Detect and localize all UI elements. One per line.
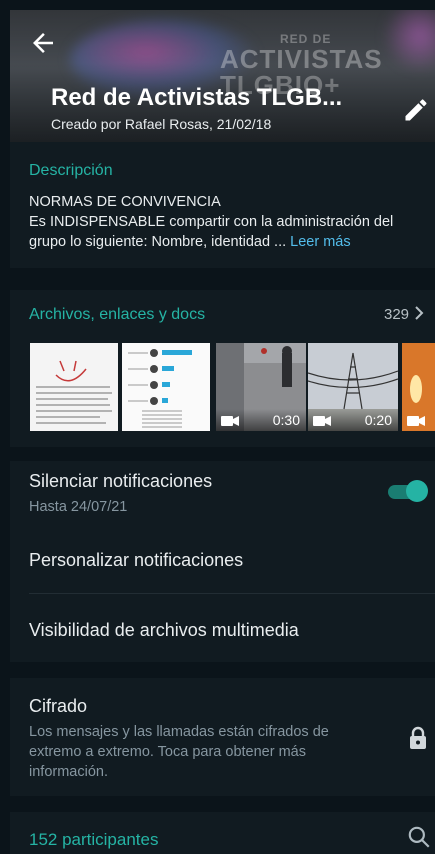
media-count-button[interactable]: 329 bbox=[384, 306, 425, 323]
video-duration: 0:20 bbox=[364, 412, 392, 428]
mute-notifications-label: Silenciar notificaciones bbox=[29, 471, 213, 491]
back-button[interactable] bbox=[28, 28, 58, 58]
group-created-by: Creado por Rafael Rosas, 21/02/18 bbox=[51, 116, 272, 132]
description-text[interactable]: NORMAS DE CONVIVENCIA Es INDISPENSABLE c… bbox=[29, 192, 431, 252]
media-thumbnail[interactable] bbox=[402, 343, 435, 431]
section-separator bbox=[10, 447, 435, 461]
mute-until-label: Hasta 24/07/21 bbox=[29, 499, 128, 515]
chevron-right-icon bbox=[415, 306, 424, 320]
participants-heading: 152 participantes bbox=[29, 830, 159, 849]
media-thumbnail[interactable] bbox=[30, 343, 118, 431]
section-separator bbox=[10, 662, 435, 678]
encryption-title: Cifrado bbox=[29, 696, 88, 716]
description-heading: Descripción bbox=[29, 162, 113, 179]
video-camera-icon bbox=[407, 416, 425, 426]
media-thumbnail[interactable]: 0:30 bbox=[216, 343, 306, 431]
pencil-icon bbox=[405, 99, 427, 121]
document-preview-icon bbox=[36, 360, 112, 424]
read-more-link[interactable]: Leer más bbox=[290, 234, 350, 250]
group-header: RED DEACTIVISTASTLGBIQ+ Red de Activista… bbox=[10, 10, 435, 142]
search-participants-button[interactable] bbox=[406, 824, 432, 850]
media-visibility-row[interactable]: Visibilidad de archivos multimedia bbox=[29, 620, 299, 641]
divider bbox=[29, 593, 435, 594]
media-heading[interactable]: Archivos, enlaces y docs bbox=[29, 306, 205, 324]
mute-toggle[interactable] bbox=[388, 478, 428, 504]
group-info-screen: RED DEACTIVISTASTLGBIQ+ Red de Activista… bbox=[10, 10, 435, 854]
section-separator bbox=[10, 796, 435, 812]
media-thumbnail[interactable]: 0:20 bbox=[308, 343, 398, 431]
media-thumbnail[interactable] bbox=[122, 343, 210, 431]
edit-group-button[interactable] bbox=[402, 96, 430, 124]
arrow-left-icon bbox=[33, 33, 53, 53]
custom-notifications-row[interactable]: Personalizar notificaciones bbox=[29, 550, 243, 571]
video-camera-icon bbox=[313, 416, 331, 426]
media-count: 329 bbox=[384, 306, 410, 323]
section-separator bbox=[10, 268, 435, 290]
search-icon bbox=[408, 826, 430, 848]
video-camera-icon bbox=[221, 416, 239, 426]
video-duration: 0:30 bbox=[272, 412, 300, 428]
description-line-1: NORMAS DE CONVIVENCIA bbox=[29, 194, 221, 210]
encryption-text: Los mensajes y las llamadas están cifrad… bbox=[29, 724, 329, 780]
group-name: Red de Activistas TLGB... bbox=[51, 84, 343, 111]
poll-preview-icon bbox=[128, 349, 192, 428]
lock-icon bbox=[410, 726, 426, 749]
